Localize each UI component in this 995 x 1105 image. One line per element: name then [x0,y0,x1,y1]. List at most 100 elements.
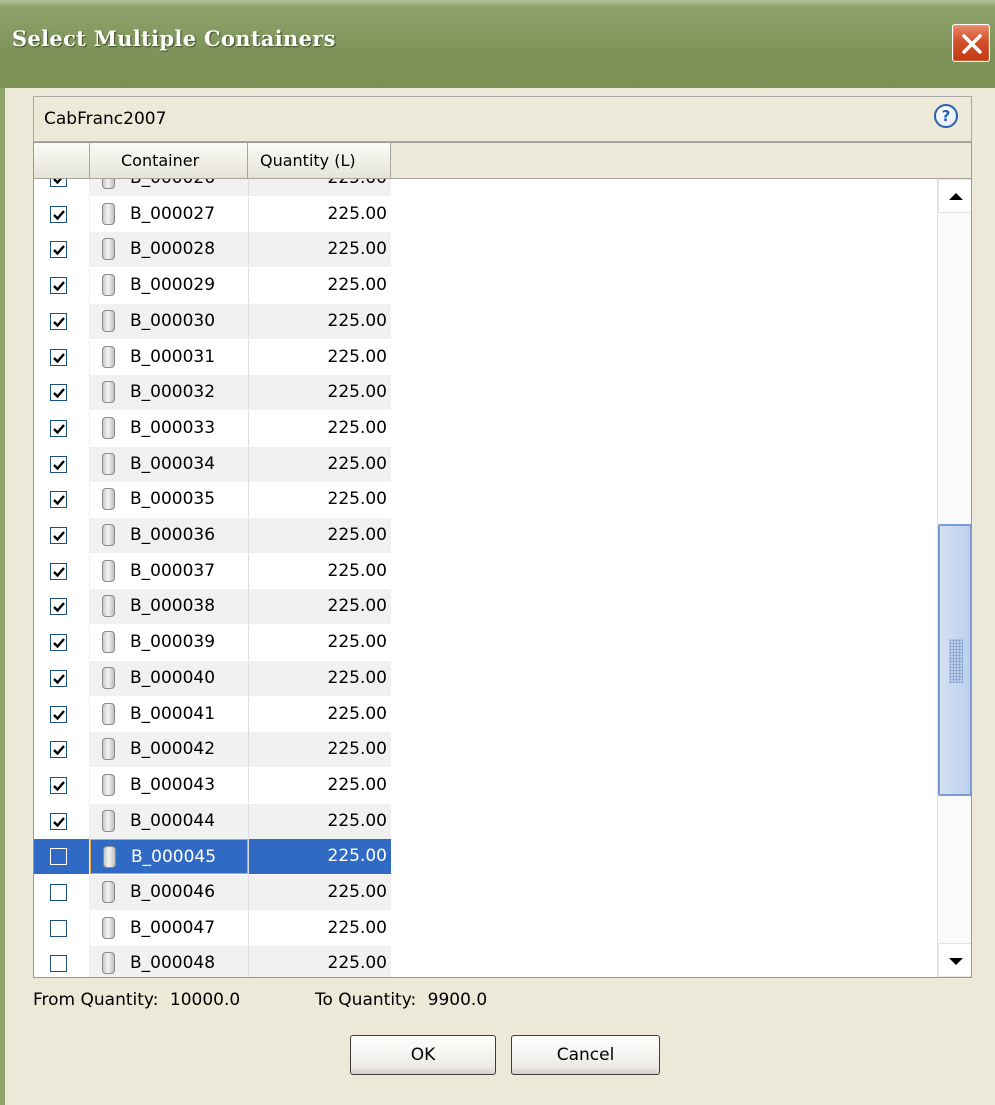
row-checkbox[interactable] [50,776,67,794]
table-row[interactable]: B_000047 225.00 [34,910,391,946]
row-quantity-cell: 225.00 [248,196,391,232]
row-check-cell [34,875,90,910]
barrel-icon [102,595,115,618]
table-row[interactable]: B_000042 225.00 [34,732,391,768]
grip-icon [949,639,963,683]
table-row[interactable]: B_000032 225.00 [34,375,391,411]
row-checkbox[interactable] [50,562,67,580]
table-row[interactable]: B_000040 225.00 [34,660,391,696]
row-checkbox[interactable] [50,419,67,437]
row-check-cell [34,767,90,803]
table-row[interactable]: B_000048 225.00 [34,946,391,977]
table-row[interactable]: B_000044 225.00 [34,803,391,839]
ok-button[interactable]: OK [350,1035,496,1075]
lot-name: CabFranc2007 [44,109,167,129]
table-body: B_000026225.00B_000027225.00B_000028225.… [34,143,391,977]
row-checkbox[interactable] [50,669,67,687]
row-checkbox[interactable] [50,527,67,544]
arrow-down-icon [949,958,963,965]
row-checkbox[interactable] [50,848,67,866]
table-row[interactable]: B_000039 225.00 [34,625,391,661]
to-quantity-value: 9900.0 [427,990,488,1010]
row-check-cell [34,910,90,946]
checkmark-icon [53,781,65,792]
scroll-up-button[interactable] [938,179,971,213]
table-row[interactable]: B_000031 225.00 [34,339,391,375]
container-quantity: 225.00 [327,882,387,902]
containers-table: B_000026225.00B_000027225.00B_000028225.… [33,142,972,978]
container-name: B_000028 [130,239,216,260]
cancel-button[interactable]: Cancel [511,1035,660,1075]
header-filler [391,143,971,179]
barrel-icon [102,916,115,939]
checkmark-icon [53,352,65,363]
barrel-icon [102,309,115,332]
row-check-cell [34,553,90,589]
container-name: B_000033 [130,417,216,438]
row-checkbox[interactable] [50,491,67,509]
to-quantity-label: To Quantity: [315,990,417,1010]
container-quantity: 225.00 [327,774,387,795]
row-checkbox[interactable] [50,884,67,901]
row-checkbox[interactable] [50,205,67,223]
table-row[interactable]: B_000033 225.00 [34,410,391,446]
container-quantity: 225.00 [327,703,387,724]
row-check-cell [34,196,90,232]
row-checkbox[interactable] [50,741,67,759]
row-quantity-cell: 225.00 [248,696,391,732]
row-checkbox[interactable] [50,634,67,652]
scrollbar-thumb[interactable] [938,524,971,796]
table-row[interactable]: B_000027 225.00 [34,196,391,232]
row-checkbox[interactable] [50,955,67,973]
column-header-quantity[interactable]: Quantity (L) [248,143,391,179]
row-checkbox[interactable] [50,241,67,259]
title-bar: Select Multiple Containers [0,0,995,88]
barrel-icon [102,952,115,975]
table-row[interactable]: B_000041 225.00 [34,696,391,732]
row-checkbox[interactable] [50,812,67,830]
container-quantity: 225.00 [327,739,387,760]
row-checkbox[interactable] [50,384,67,402]
row-quantity-cell: 225.00 [248,946,391,977]
table-row[interactable]: B_000038 225.00 [34,589,391,625]
table-row[interactable]: B_000034 225.00 [34,446,391,482]
table-row[interactable]: B_000037 225.00 [34,553,391,589]
column-header-check[interactable] [34,143,90,179]
column-header-container[interactable]: Container [90,143,248,179]
container-name: B_000031 [130,346,216,367]
row-checkbox[interactable] [50,598,67,616]
row-container-cell: B_000037 [90,553,248,589]
table-row[interactable]: B_000036 225.00 [34,518,391,553]
row-checkbox[interactable] [50,348,67,366]
table-row[interactable]: B_000029 225.00 [34,268,391,304]
container-quantity: 225.00 [327,525,387,545]
barrel-icon [102,524,115,546]
window-title: Select Multiple Containers [12,26,336,51]
table-row[interactable]: B_000028 225.00 [34,232,391,268]
checkmark-icon [53,245,65,256]
row-container-cell: B_000027 [90,196,248,232]
row-checkbox[interactable] [50,277,67,295]
barrel-icon [102,238,115,261]
row-check-cell [34,732,90,768]
table-row[interactable]: B_000046 225.00 [34,875,391,910]
close-button[interactable] [952,24,990,62]
vertical-scrollbar[interactable] [937,179,971,977]
table-row[interactable]: B_000043 225.00 [34,767,391,803]
row-checkbox[interactable] [50,919,67,937]
table-row[interactable]: B_000045 225.00 [34,839,391,875]
barrel-icon [102,452,115,475]
barrel-icon [102,416,115,439]
row-checkbox[interactable] [50,455,67,473]
row-check-cell [34,482,90,518]
barrel-icon [102,631,115,654]
container-name: B_000029 [130,275,216,296]
scroll-down-button[interactable] [938,943,971,977]
row-checkbox[interactable] [50,312,67,330]
container-quantity: 225.00 [327,596,387,617]
table-row[interactable]: B_000035 225.00 [34,482,391,518]
table-row[interactable]: B_000030 225.00 [34,303,391,339]
row-checkbox[interactable] [50,705,67,723]
column-header-container-label: Container [121,151,200,170]
help-icon[interactable]: ? [934,104,958,128]
